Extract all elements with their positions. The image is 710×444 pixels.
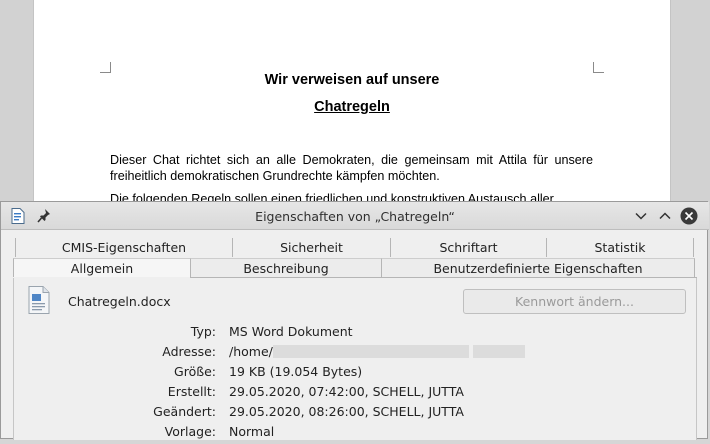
- close-button[interactable]: [680, 207, 698, 225]
- word-document-icon: [28, 286, 50, 314]
- document-heading: Wir verweisen auf unsere: [264, 72, 440, 88]
- size-label: Größe:: [174, 364, 216, 379]
- property-type-row: Typ: MS Word Dokument: [14, 324, 698, 344]
- property-created-row: Erstellt: 29.05.2020, 07:42:00, SCHELL, …: [14, 384, 698, 404]
- modified-label: Geändert:: [153, 404, 216, 419]
- property-template-row: Vorlage: Normal: [14, 424, 698, 444]
- type-value: MS Word Dokument: [229, 324, 353, 339]
- maximize-button[interactable]: [656, 207, 674, 225]
- close-icon: [680, 207, 698, 225]
- type-label: Typ:: [190, 324, 216, 339]
- document-page[interactable]: Wir verweisen auf unsere Chatregeln Dies…: [33, 0, 671, 206]
- created-label: Erstellt:: [167, 384, 216, 399]
- template-label: Vorlage:: [164, 424, 216, 439]
- properties-dialog: Eigenschaften von „Chatregeln“ CMIS-Eige…: [0, 201, 709, 440]
- dialog-title: Eigenschaften von „Chatregeln“: [255, 209, 455, 224]
- chevron-down-icon: [635, 212, 647, 220]
- tab-bar: CMIS-Eigenschaften Sicherheit Schriftart…: [1, 230, 709, 278]
- address-label: Adresse:: [162, 344, 216, 359]
- dialog-titlebar[interactable]: Eigenschaften von „Chatregeln“: [1, 202, 709, 230]
- property-size-row: Größe: 19 KB (19.054 Bytes): [14, 364, 698, 384]
- tab-benutzerdefinierte-eigenschaften[interactable]: Benutzerdefinierte Eigenschaften: [381, 258, 695, 277]
- general-tab-panel: Chatregeln.docx Kennwort ändern... Typ: …: [13, 278, 697, 440]
- address-value-wrap: /home/: [229, 344, 525, 359]
- minimize-button[interactable]: [632, 207, 650, 225]
- redacted-block: [472, 345, 525, 358]
- property-modified-row: Geändert: 29.05.2020, 08:26:00, SCHELL, …: [14, 404, 698, 424]
- change-password-button[interactable]: Kennwort ändern...: [463, 289, 686, 314]
- tab-cmis-eigenschaften[interactable]: CMIS-Eigenschaften: [15, 238, 233, 257]
- created-value: 29.05.2020, 07:42:00, SCHELL, JUTTA: [229, 384, 464, 399]
- tab-sicherheit[interactable]: Sicherheit: [232, 238, 391, 257]
- document-subheading: Chatregeln: [314, 99, 390, 115]
- chevron-up-icon: [659, 212, 671, 220]
- tab-beschreibung[interactable]: Beschreibung: [190, 258, 382, 277]
- address-value: /home/: [229, 344, 273, 359]
- document-canvas: Wir verweisen auf unsere Chatregeln Dies…: [0, 0, 710, 206]
- modified-value: 29.05.2020, 08:26:00, SCHELL, JUTTA: [229, 404, 464, 419]
- property-address-row: Adresse: /home/: [14, 344, 698, 364]
- template-value: Normal: [229, 424, 275, 439]
- document-paragraph: Dieser Chat richtet sich an alle Demokra…: [110, 153, 593, 183]
- redacted-block: [272, 345, 469, 358]
- tab-allgemein[interactable]: Allgemein: [13, 258, 191, 277]
- tab-schriftart[interactable]: Schriftart: [390, 238, 547, 257]
- size-value: 19 KB (19.054 Bytes): [229, 364, 363, 379]
- file-name: Chatregeln.docx: [68, 294, 171, 309]
- tab-statistik[interactable]: Statistik: [546, 238, 694, 257]
